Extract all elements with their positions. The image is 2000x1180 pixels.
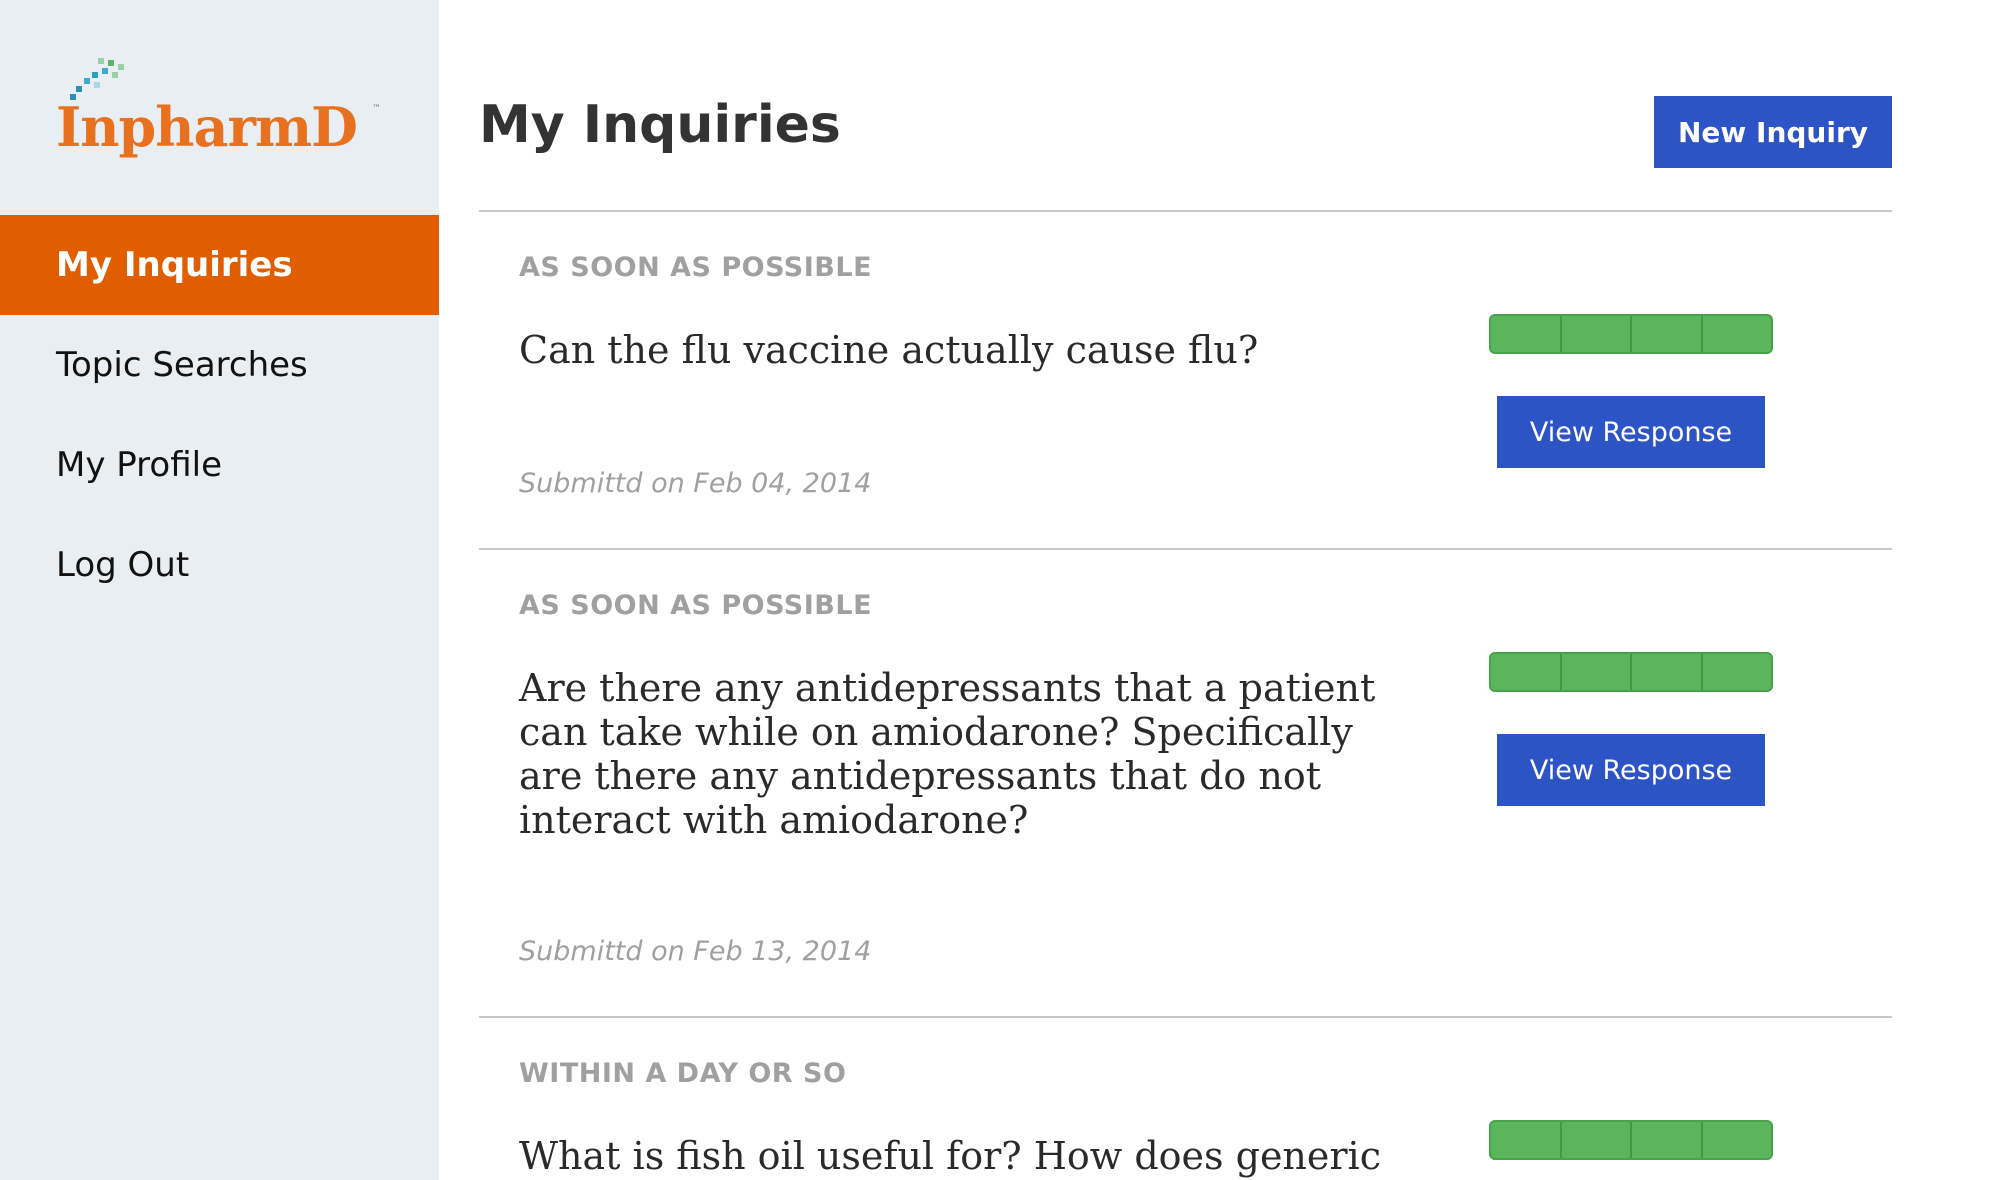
main-content: My Inquiries New Inquiry AS SOON AS POSS… [479, 0, 1892, 1180]
priority-label: WITHIN A DAY OR SO [519, 1058, 847, 1089]
progress-bar [1489, 652, 1773, 692]
view-response-button[interactable]: View Response [1497, 396, 1765, 468]
progress-segment [1491, 316, 1562, 352]
progress-segment [1703, 316, 1772, 352]
inquiry-card: AS SOON AS POSSIBLE Can the flu vaccine … [479, 252, 1892, 548]
inpharmd-logo[interactable]: InpharmD ™ [56, 56, 386, 166]
sidebar-item-topic-searches[interactable]: Topic Searches [0, 315, 439, 415]
app-window: InpharmD ™ My Inquiries Topic Searches M… [0, 0, 2000, 1180]
inquiry-question: Can the flu vaccine actually cause flu? [519, 328, 1259, 372]
sidebar-item-my-profile[interactable]: My Profile [0, 415, 439, 515]
divider [479, 1016, 1892, 1018]
page-title: My Inquiries [479, 95, 841, 155]
progress-segment [1632, 654, 1703, 690]
progress-segment [1562, 654, 1632, 690]
inquiry-question: Are there any antidepressants that a pat… [519, 666, 1376, 842]
progress-bar [1489, 1120, 1773, 1160]
progress-segment [1703, 654, 1772, 690]
logo-wordmark: InpharmD [56, 95, 358, 159]
inquiry-card: AS SOON AS POSSIBLE Are there any antide… [479, 590, 1892, 1016]
progress-bar [1489, 314, 1773, 354]
submitted-date: Submittd on Feb 04, 2014 [519, 468, 872, 499]
progress-segment [1632, 316, 1703, 352]
sidebar-item-log-out[interactable]: Log Out [0, 515, 439, 615]
logo-trademark: ™ [372, 104, 381, 114]
inquiry-question: What is fish oil useful for? How does ge… [519, 1134, 1381, 1180]
inquiry-card: WITHIN A DAY OR SO What is fish oil usef… [479, 1058, 1892, 1180]
divider [479, 210, 1892, 212]
new-inquiry-button[interactable]: New Inquiry [1654, 96, 1892, 168]
sidebar-item-my-inquiries[interactable]: My Inquiries [0, 215, 439, 315]
priority-label: AS SOON AS POSSIBLE [519, 252, 873, 283]
divider [479, 548, 1892, 550]
submitted-date: Submittd on Feb 13, 2014 [519, 936, 872, 967]
progress-segment [1491, 1122, 1562, 1158]
progress-segment [1491, 654, 1562, 690]
progress-segment [1632, 1122, 1703, 1158]
sidebar-nav: My Inquiries Topic Searches My Profile L… [0, 215, 439, 615]
progress-segment [1703, 1122, 1772, 1158]
view-response-button[interactable]: View Response [1497, 734, 1765, 806]
priority-label: AS SOON AS POSSIBLE [519, 590, 873, 621]
sidebar: InpharmD ™ My Inquiries Topic Searches M… [0, 0, 439, 1180]
progress-segment [1562, 316, 1632, 352]
progress-segment [1562, 1122, 1632, 1158]
